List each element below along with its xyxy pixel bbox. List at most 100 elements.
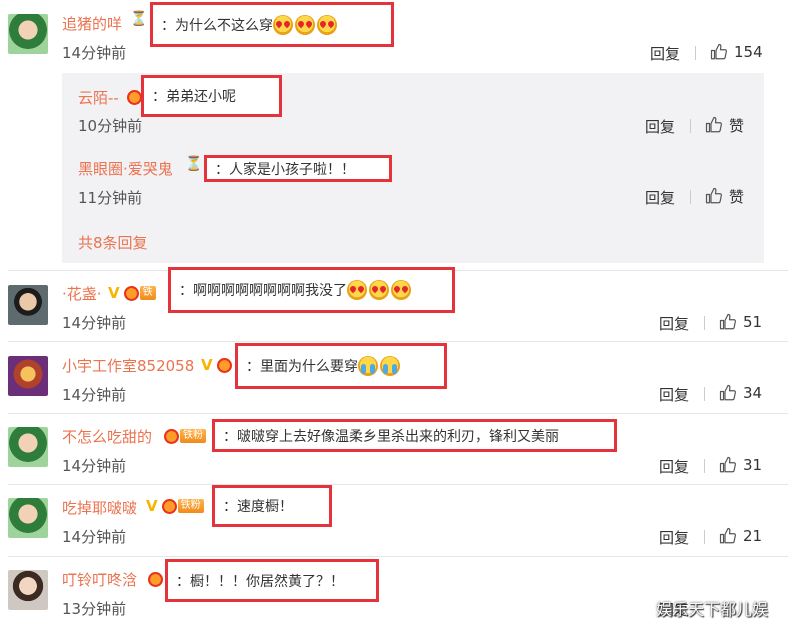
avatar[interactable]: [8, 498, 48, 538]
watermark: 娱乐天下都儿娱: [656, 600, 769, 619]
comment-username[interactable]: 小宇工作室852058: [62, 355, 194, 376]
thumbs-up-icon: [719, 527, 737, 545]
like-label: 赞: [729, 187, 745, 206]
comment-username[interactable]: 追猪的咩: [62, 13, 122, 34]
avatar[interactable]: [8, 570, 48, 610]
comment-time: 14分钟前: [62, 386, 127, 404]
avatar[interactable]: [8, 285, 48, 325]
avatar[interactable]: [8, 14, 48, 54]
like-button[interactable]: 31: [719, 455, 762, 475]
comment-text-content: ：啵啵穿上去好像温柔乡里杀出来的利刃，锋利又美丽: [223, 428, 559, 445]
comment-text: ：啵啵穿上去好像温柔乡里杀出来的利刃，锋利又美丽: [212, 419, 617, 452]
reply-text: ：人家是小孩子啦！！: [204, 155, 392, 182]
reply-username[interactable]: 黑眼圈·爱哭鬼: [78, 158, 173, 179]
divider: [695, 46, 696, 60]
like-button[interactable]: 51: [719, 312, 762, 332]
divider: [690, 190, 691, 204]
verified-v-icon: V: [201, 356, 213, 374]
divider: [704, 530, 705, 544]
reply-button[interactable]: 回复: [645, 187, 675, 208]
comment-text: ：啊啊啊啊啊啊啊啊我没了: [168, 267, 455, 313]
divider: [8, 413, 788, 414]
like-count: 154: [734, 43, 763, 61]
like-button[interactable]: 154: [710, 42, 763, 62]
like-count: 21: [743, 527, 763, 545]
avatar[interactable]: [8, 427, 48, 467]
divider: [8, 556, 788, 557]
reply-button[interactable]: 回复: [659, 527, 689, 548]
like-count: 51: [743, 313, 763, 331]
comment-time: 14分钟前: [62, 314, 127, 332]
comment-text-content: ：里面为什么要穿: [246, 359, 358, 375]
comment-time: 13分钟前: [62, 600, 127, 618]
hourglass-icon: ⏳: [185, 156, 203, 172]
like-button[interactable]: 赞: [705, 115, 744, 135]
divider: [704, 459, 705, 473]
fan-crown-icon: [161, 498, 177, 514]
fan-badge: V 铁: [108, 284, 156, 302]
comment-text-content: ：速度橱！: [223, 499, 293, 515]
fan-crown-icon: [148, 571, 163, 587]
divider: [704, 316, 705, 330]
reply-button[interactable]: 回复: [645, 116, 675, 137]
avatar[interactable]: [8, 356, 48, 396]
reply-button[interactable]: 回复: [659, 384, 689, 405]
comment-text: ：橱！！！你居然黄了？！: [165, 559, 379, 602]
reply-button[interactable]: 回复: [659, 456, 689, 477]
fan-badge: V 铁粉: [146, 497, 204, 515]
more-replies-link[interactable]: 共8条回复: [78, 232, 148, 253]
reply-button[interactable]: 回复: [659, 313, 689, 334]
comment-text: ：为什么不这么穿: [150, 2, 394, 47]
thumbs-up-icon: [719, 384, 737, 402]
like-button[interactable]: 34: [719, 383, 762, 403]
verified-v-icon: V: [108, 284, 120, 302]
fan-level-tag: 铁: [139, 286, 156, 300]
reply-time: 10分钟前: [78, 117, 143, 135]
comment-username[interactable]: 叮铃叮咚浛: [62, 569, 137, 590]
fan-crown-icon: [216, 357, 232, 373]
hourglass-icon: ⏳: [130, 11, 148, 27]
like-label: 赞: [729, 116, 745, 135]
fan-badge: [127, 88, 142, 106]
heart-eyes-emoji-icon: [273, 14, 293, 35]
thumbs-up-icon: [719, 313, 737, 331]
divider: [8, 341, 788, 342]
comment-username[interactable]: 吃掉耶啵啵: [62, 497, 137, 518]
reply-username[interactable]: 云陌--: [78, 87, 119, 108]
comment-text-content: ：为什么不这么穿: [161, 17, 273, 34]
reply-button[interactable]: 回复: [650, 43, 680, 64]
heart-eyes-emoji-icon: [391, 280, 411, 300]
divider: [690, 119, 691, 133]
fan-crown-icon: [164, 428, 179, 444]
comment-text-content: ：橱！！！你居然黄了？！: [176, 573, 344, 590]
like-count: 34: [743, 384, 763, 402]
verified-v-icon: V: [146, 497, 158, 515]
fan-level-tag: 铁粉: [180, 429, 206, 443]
reply-time: 11分钟前: [78, 189, 143, 207]
thumbs-up-icon: [710, 43, 728, 61]
heart-eyes-emoji-icon: [369, 280, 389, 300]
comment-text: ：速度橱！: [212, 485, 332, 527]
like-button[interactable]: 21: [719, 526, 762, 546]
comment-text-content: ：啊啊啊啊啊啊啊啊我没了: [179, 283, 347, 299]
comment-time: 14分钟前: [62, 44, 127, 62]
fan-level-tag: 铁粉: [177, 499, 204, 513]
thumbs-up-icon: [705, 187, 723, 205]
fan-badge: 铁粉: [164, 427, 206, 445]
fan-crown-icon: [123, 285, 139, 301]
heart-eyes-emoji-icon: [317, 14, 337, 35]
like-button[interactable]: 赞: [705, 186, 744, 206]
fan-badge: [148, 570, 163, 588]
divider: [8, 484, 788, 485]
divider: [704, 387, 705, 401]
comment-time: 14分钟前: [62, 457, 127, 475]
reply-text: ：弟弟还小呢: [141, 75, 282, 117]
thumbs-up-icon: [719, 456, 737, 474]
heart-eyes-emoji-icon: [295, 14, 315, 35]
crying-emoji-icon: [380, 356, 400, 376]
crying-emoji-icon: [358, 356, 378, 376]
comment-username[interactable]: ·花盏·: [62, 283, 102, 304]
reply-text-content: ：弟弟还小呢: [152, 89, 236, 105]
comment-username[interactable]: 不怎么吃甜的: [62, 426, 152, 447]
thumbs-up-icon: [705, 116, 723, 134]
